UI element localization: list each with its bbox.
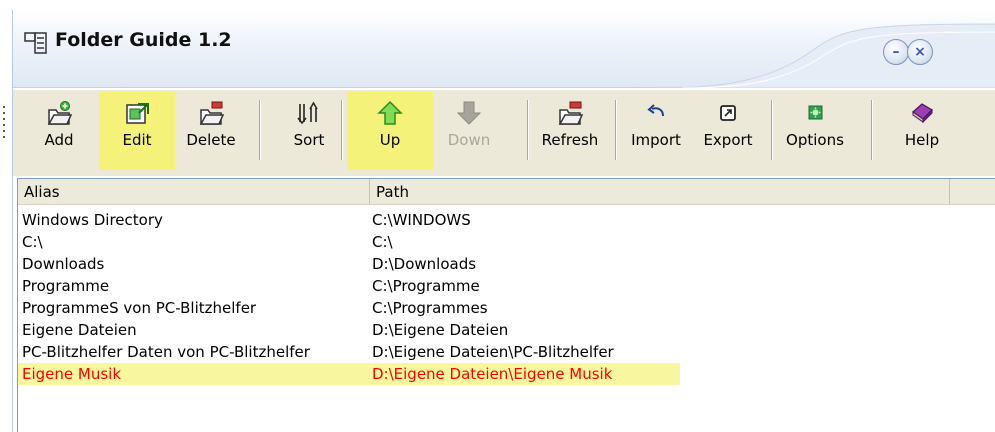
- delete-label: Delete: [186, 131, 236, 149]
- add-folder-icon: [47, 101, 72, 125]
- path-cell: D:\Eigene Dateien: [372, 321, 509, 339]
- toolbar-grip-icon[interactable]: [2, 104, 8, 144]
- alias-cell: Windows Directory: [22, 211, 163, 229]
- options-label: Options: [786, 131, 844, 149]
- import-icon: [647, 104, 664, 117]
- refresh-button[interactable]: Refresh: [533, 92, 607, 170]
- arrow-down-icon: [456, 101, 482, 125]
- folder-guide-app-icon: [23, 30, 49, 56]
- down-label: Down: [447, 131, 491, 149]
- sort-button[interactable]: Sort: [283, 92, 335, 170]
- alias-cell: Downloads: [22, 255, 105, 273]
- sort-label: Sort: [293, 131, 325, 149]
- alias-cell: Eigene Dateien: [22, 321, 137, 339]
- path-cell: D:\Eigene Dateien\Eigene Musik: [372, 365, 613, 383]
- column-header-filler: [950, 179, 995, 204]
- app-window: Folder Guide 1.2 – × Add Edit Delete Sor…: [3, 10, 995, 432]
- arrow-up-icon: [377, 100, 403, 125]
- toolbar-separator: [771, 100, 773, 160]
- alias-cell: C:\: [22, 233, 43, 251]
- edit-button[interactable]: Edit: [99, 92, 175, 170]
- list-header: Alias Path: [18, 179, 995, 205]
- list-item[interactable]: Eigene Dateien D:\Eigene Dateien: [18, 319, 718, 341]
- options-icon: [808, 105, 823, 120]
- path-cell: D:\Eigene Dateien\PC-Blitzhelfer: [372, 343, 614, 361]
- export-icon: [720, 105, 736, 121]
- delete-folder-icon: [199, 101, 224, 125]
- list-item-selected[interactable]: Eigene Musik D:\Eigene Dateien\Eigene Mu…: [18, 363, 680, 385]
- alias-cell: ProgrammeS von PC-Blitzhelfer: [22, 299, 257, 317]
- up-label: Up: [379, 131, 401, 149]
- help-button[interactable]: Help: [893, 92, 951, 170]
- down-button[interactable]: Down: [441, 92, 497, 170]
- edit-folder-icon: [126, 103, 149, 124]
- refresh-folder-icon: [558, 101, 583, 125]
- toolbar-separator: [615, 100, 617, 160]
- alias-cell: Programme: [22, 277, 110, 295]
- title-bar-decoration: [663, 10, 995, 88]
- folder-list[interactable]: Alias Path Windows Directory C:\WINDOWS …: [17, 178, 995, 432]
- window-title: Folder Guide 1.2: [55, 29, 232, 51]
- toolbar-separator: [341, 100, 343, 160]
- import-button[interactable]: Import: [625, 92, 687, 170]
- up-button[interactable]: Up: [347, 92, 433, 170]
- alias-cell: Eigene Musik: [22, 365, 122, 383]
- export-label: Export: [703, 131, 753, 149]
- toolbar-separator: [871, 100, 873, 160]
- list-item[interactable]: ProgrammeS von PC-Blitzhelfer C:\Program…: [18, 297, 718, 319]
- minimize-button[interactable]: –: [883, 39, 909, 65]
- alias-cell: PC-Blitzhelfer Daten von PC-Blitzhelfer: [22, 343, 310, 361]
- path-cell: C:\Programmes: [372, 299, 488, 317]
- list-item[interactable]: Downloads D:\Downloads: [18, 253, 718, 275]
- close-icon: ×: [914, 44, 926, 60]
- refresh-label: Refresh: [541, 131, 599, 149]
- help-book-icon: [911, 103, 934, 124]
- toolbar-separator: [527, 100, 529, 160]
- delete-button[interactable]: Delete: [181, 92, 241, 170]
- list-item[interactable]: Windows Directory C:\WINDOWS: [18, 209, 718, 231]
- edit-label: Edit: [122, 131, 152, 149]
- import-label: Import: [631, 131, 681, 149]
- path-cell: D:\Downloads: [372, 255, 477, 273]
- path-cell: C:\: [372, 233, 393, 251]
- add-label: Add: [44, 131, 74, 149]
- path-cell: C:\Programme: [372, 277, 480, 295]
- column-header-alias[interactable]: Alias: [18, 179, 370, 204]
- close-button[interactable]: ×: [907, 39, 933, 65]
- sort-icon: [297, 101, 318, 125]
- minimize-icon: –: [892, 44, 900, 60]
- add-button[interactable]: Add: [37, 92, 81, 170]
- options-button[interactable]: Options: [777, 92, 853, 170]
- export-button[interactable]: Export: [697, 92, 759, 170]
- list-item[interactable]: Programme C:\Programme: [18, 275, 718, 297]
- help-label: Help: [904, 131, 940, 149]
- path-cell: C:\WINDOWS: [372, 211, 471, 229]
- toolbar: Add Edit Delete Sort Up Down Refresh Imp…: [3, 90, 995, 176]
- title-bar[interactable]: Folder Guide 1.2 – ×: [13, 10, 995, 88]
- list-item[interactable]: PC-Blitzhelfer Daten von PC-Blitzhelfer …: [18, 341, 718, 363]
- column-header-path[interactable]: Path: [370, 179, 950, 204]
- toolbar-separator: [259, 100, 261, 160]
- list-item[interactable]: C:\ C:\: [18, 231, 718, 253]
